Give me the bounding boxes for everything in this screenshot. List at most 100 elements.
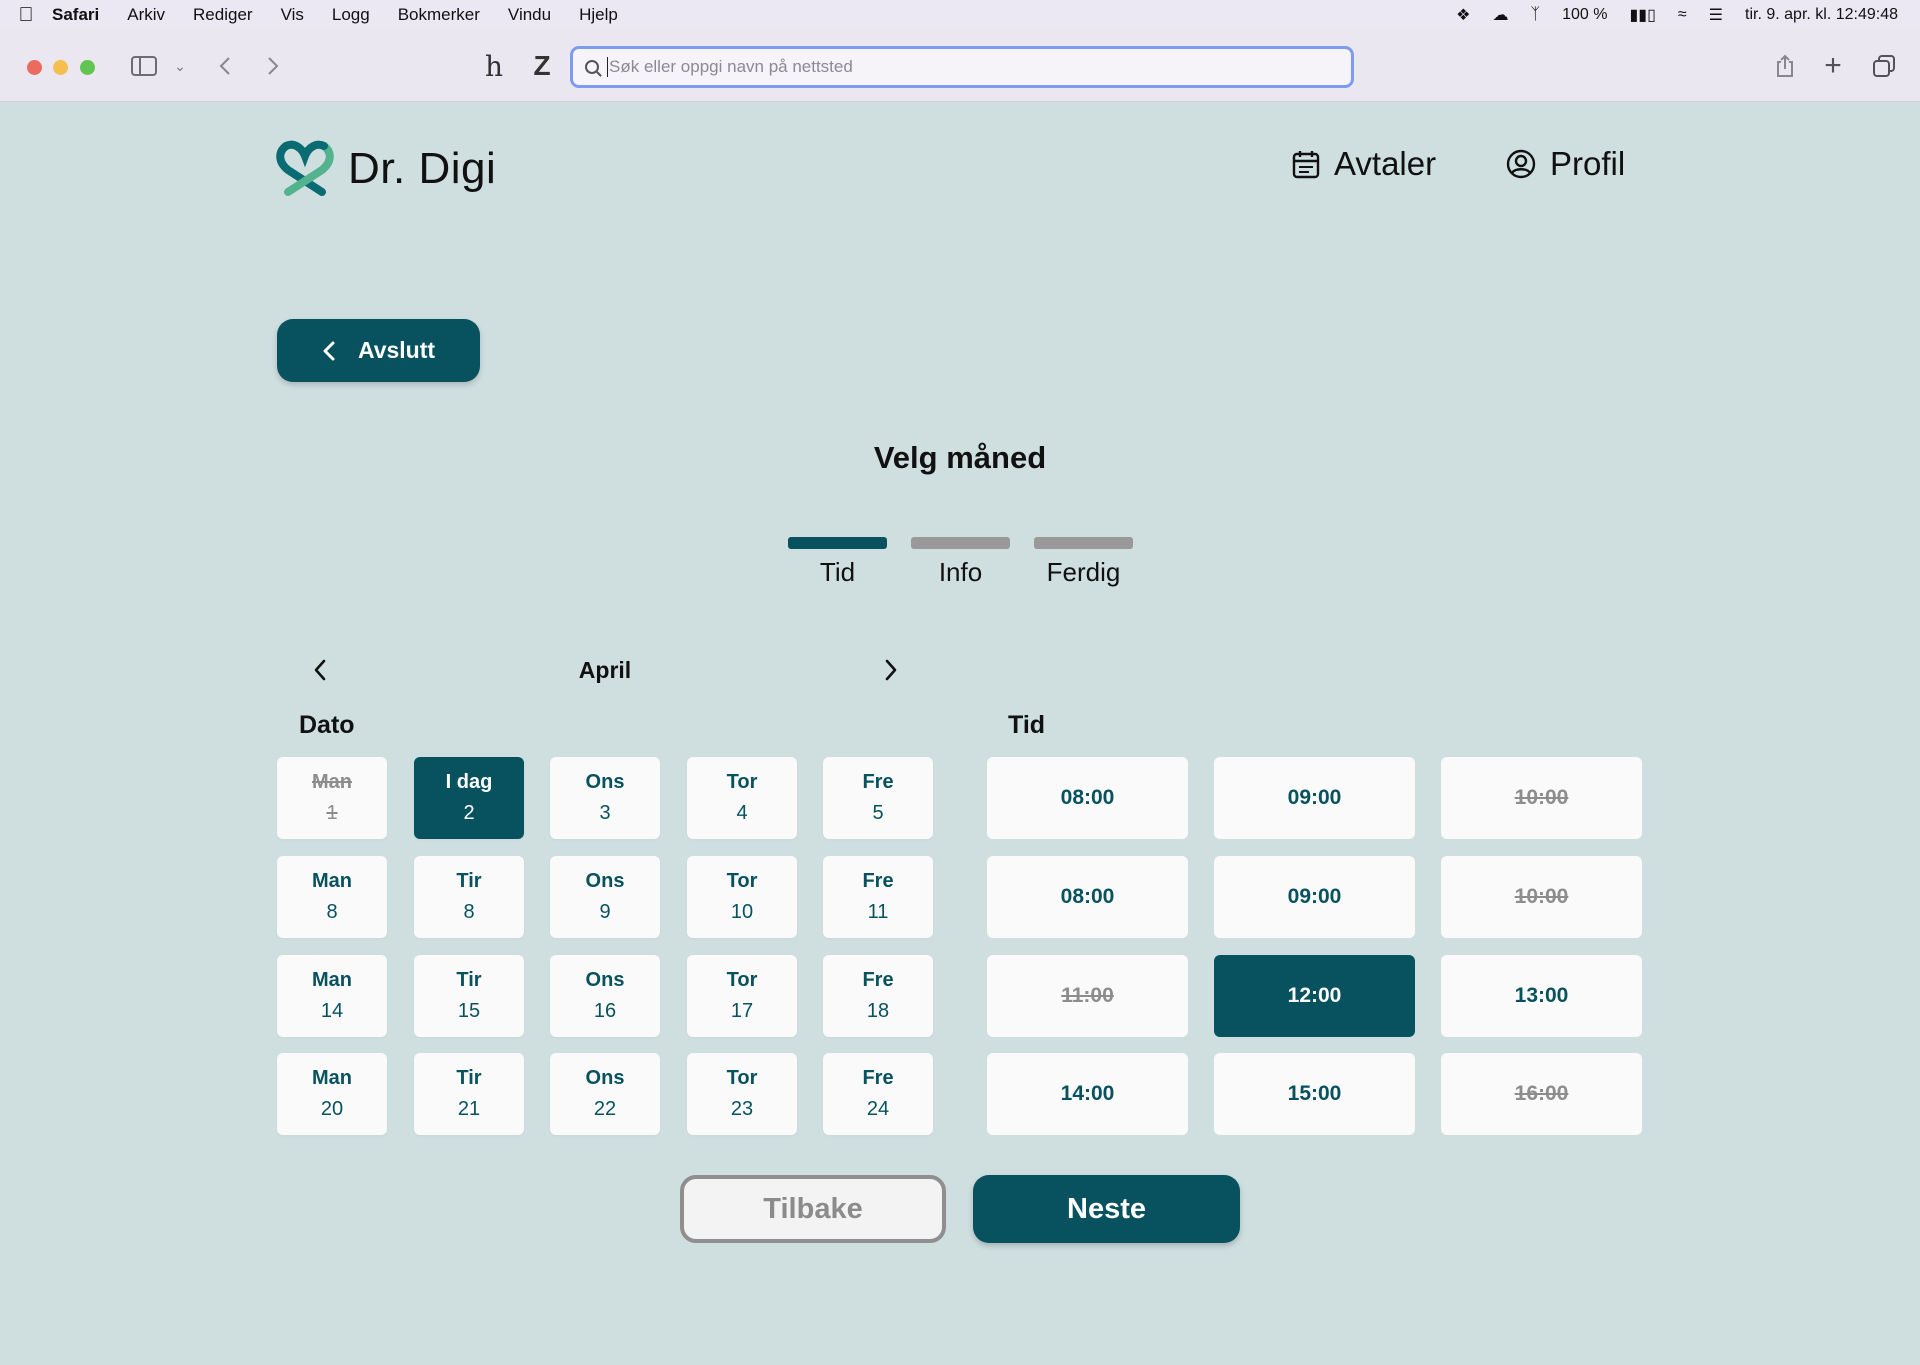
control-center-icon[interactable]: ☰	[1709, 5, 1723, 25]
time-slot[interactable]: 09:00	[1214, 856, 1415, 938]
extension-z-icon[interactable]: Z	[528, 50, 556, 82]
menu-bokmerker[interactable]: Bokmerker	[398, 5, 480, 25]
nav-profile-label: Profil	[1550, 145, 1626, 182]
window-close-button[interactable]	[27, 60, 42, 75]
time-slot[interactable]: 09:00	[1214, 757, 1415, 839]
time-slot[interactable]: 08:00	[987, 856, 1188, 938]
month-prev-button[interactable]	[305, 655, 335, 685]
sidebar-toggle-icon[interactable]	[128, 50, 160, 82]
date-day: Man	[312, 771, 352, 793]
nav-profile[interactable]: Profil	[1506, 145, 1625, 183]
figma-icon[interactable]: ❖	[1456, 5, 1470, 25]
exit-button-label: Avslutt	[357, 337, 436, 363]
date-day: Tor	[726, 870, 758, 892]
window-zoom-button[interactable]	[80, 60, 95, 75]
app-logo[interactable]: Dr. Digi	[276, 140, 496, 198]
exit-button[interactable]: Avslutt	[277, 319, 480, 382]
time-slot[interactable]: 14:00	[987, 1053, 1188, 1135]
date-number: 8	[463, 901, 475, 923]
text-caret	[607, 57, 608, 77]
time-slot[interactable]: 15:00	[1214, 1053, 1415, 1135]
date-cell[interactable]: Tir 15	[414, 955, 524, 1037]
date-cell[interactable]: Ons 22	[550, 1053, 660, 1135]
menu-clock[interactable]: tir. 9. apr. kl. 12:49:48	[1745, 6, 1898, 24]
month-label: April	[578, 657, 632, 683]
menu-hjelp[interactable]: Hjelp	[579, 5, 618, 25]
logo-text: Dr. Digi	[348, 144, 497, 193]
battery-icon: ▮▮▯	[1629, 7, 1656, 24]
date-number: 14	[320, 1000, 344, 1022]
month-next-button[interactable]	[876, 655, 906, 685]
forward-chevron-right-icon[interactable]	[260, 50, 286, 82]
time-slot[interactable]: 13:00	[1441, 955, 1642, 1037]
page-title: Velg måned	[873, 440, 1047, 475]
date-number: 10	[730, 901, 754, 923]
date-cell[interactable]: I dag 2	[414, 757, 524, 839]
date-cell[interactable]: Man 20	[277, 1053, 387, 1135]
wifi-icon[interactable]: ≈	[1678, 6, 1687, 24]
menu-logg[interactable]: Logg	[332, 5, 370, 25]
date-day: Tir	[456, 1067, 482, 1089]
date-cell[interactable]: Tor 10	[687, 856, 797, 938]
time-slot[interactable]: 10:00	[1441, 757, 1642, 839]
date-day: Fre	[862, 870, 894, 892]
date-day: Tor	[726, 969, 758, 991]
date-cell[interactable]: Tir 8	[414, 856, 524, 938]
bluetooth-icon[interactable]: ᛉ	[1530, 6, 1540, 24]
time-slot[interactable]: 12:00	[1214, 955, 1415, 1037]
tab-group-chevron-down-icon[interactable]: ⌄	[170, 50, 190, 82]
date-cell[interactable]: Fre 5	[823, 757, 933, 839]
search-icon	[585, 60, 599, 74]
calendar-icon	[1292, 151, 1320, 179]
date-day: Tor	[726, 1067, 758, 1089]
address-bar[interactable]: Søk eller oppgi navn på nettsted	[570, 46, 1354, 88]
date-cell[interactable]: Tir 21	[414, 1053, 524, 1135]
date-day: Ons	[585, 870, 625, 892]
date-day: Fre	[862, 1067, 894, 1089]
menu-app-safari[interactable]: Safari	[52, 5, 99, 25]
date-cell[interactable]: Man 1	[277, 757, 387, 839]
time-slot[interactable]: 16:00	[1441, 1053, 1642, 1135]
extension-h-icon[interactable]: h	[480, 50, 508, 83]
date-number: 18	[866, 1000, 890, 1022]
time-slot[interactable]: 11:00	[987, 955, 1188, 1037]
menu-arkiv[interactable]: Arkiv	[127, 5, 165, 25]
date-cell[interactable]: Ons 9	[550, 856, 660, 938]
date-number: 2	[463, 802, 475, 824]
step-ferdig: Ferdig	[1034, 537, 1133, 588]
time-slot[interactable]: 08:00	[987, 757, 1188, 839]
creative-cloud-icon[interactable]: ☁	[1492, 5, 1508, 25]
date-cell[interactable]: Man 8	[277, 856, 387, 938]
step-tid: Tid	[788, 537, 887, 588]
date-cell[interactable]: Tor 23	[687, 1053, 797, 1135]
back-chevron-left-icon[interactable]	[212, 50, 238, 82]
time-slot[interactable]: 10:00	[1441, 856, 1642, 938]
next-button[interactable]: Neste	[973, 1175, 1240, 1243]
date-cell[interactable]: Ons 3	[550, 757, 660, 839]
new-tab-plus-icon[interactable]: +	[1820, 49, 1846, 82]
battery-percent[interactable]: 100 %	[1562, 6, 1607, 24]
date-number: 16	[593, 1000, 617, 1022]
date-cell[interactable]: Fre 24	[823, 1053, 933, 1135]
date-cell[interactable]: Tor 17	[687, 955, 797, 1037]
date-day: Man	[312, 1067, 352, 1089]
share-icon[interactable]	[1772, 50, 1798, 82]
apple-logo-icon[interactable]: 	[0, 4, 52, 27]
date-cell[interactable]: Man 14	[277, 955, 387, 1037]
date-cell[interactable]: Ons 16	[550, 955, 660, 1037]
date-cell[interactable]: Fre 18	[823, 955, 933, 1037]
window-minimize-button[interactable]	[53, 60, 68, 75]
user-circle-icon	[1506, 149, 1536, 179]
back-button[interactable]: Tilbake	[680, 1175, 946, 1243]
date-cell[interactable]: Tor 4	[687, 757, 797, 839]
menu-rediger[interactable]: Rediger	[193, 5, 253, 25]
tab-overview-icon[interactable]	[1870, 50, 1898, 82]
date-number: 20	[320, 1098, 344, 1120]
address-placeholder: Søk eller oppgi navn på nettsted	[609, 57, 853, 76]
nav-appointments[interactable]: Avtaler	[1292, 145, 1436, 183]
menu-vindu[interactable]: Vindu	[508, 5, 551, 25]
date-cell[interactable]: Fre 11	[823, 856, 933, 938]
date-number: 9	[599, 901, 611, 923]
menu-vis[interactable]: Vis	[281, 5, 304, 25]
date-day: Tir	[456, 870, 482, 892]
